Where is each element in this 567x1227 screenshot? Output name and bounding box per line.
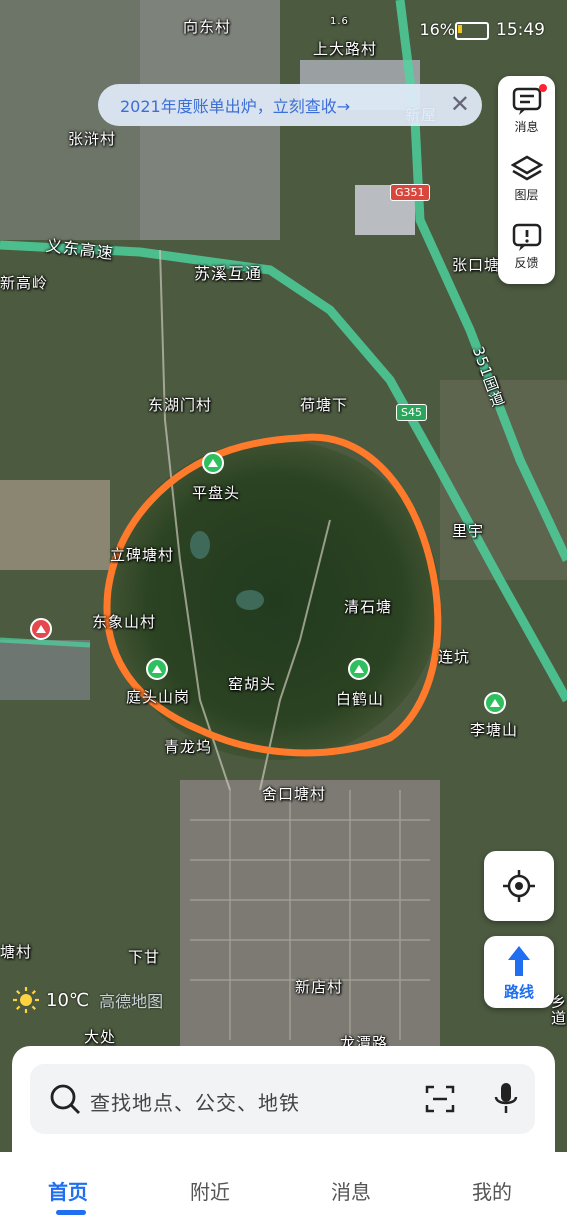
scan-icon[interactable] <box>424 1083 456 1115</box>
mountain-poi-icon[interactable] <box>146 658 168 680</box>
battery-percent: 16% <box>419 20 455 39</box>
signal-rate: 1.6 <box>330 16 349 27</box>
clock: 15:49 <box>496 20 545 40</box>
layers-button[interactable]: 图层 <box>498 144 555 210</box>
map-label: 连坑 <box>438 648 471 666</box>
map-label: 下甘 <box>128 948 161 966</box>
map-label: 窑胡头 <box>228 675 277 693</box>
road-badge-s45: S45 <box>396 404 427 421</box>
tab-messages[interactable]: 消息 <box>331 1176 371 1205</box>
feedback-label: 反馈 <box>514 256 539 270</box>
weather-widget[interactable]: 10℃ 高德地图 <box>12 986 163 1014</box>
locate-button[interactable] <box>484 851 554 921</box>
sun-icon <box>13 987 39 1013</box>
feedback-button[interactable]: 反馈 <box>498 212 555 278</box>
map-label: 平盘头 <box>192 484 241 502</box>
map-label: 塘村 <box>0 943 33 961</box>
tab-home[interactable]: 首页 <box>48 1176 88 1205</box>
messages-button[interactable]: 消息 <box>498 76 555 142</box>
map-label: 庭头山岗 <box>126 688 191 706</box>
poi-marker-icon[interactable] <box>30 618 52 640</box>
annual-report-banner[interactable]: 2021年度账单出炉，立刻查收→ ✕ <box>98 84 482 126</box>
bottom-tab-bar: 首页 附近 消息 我的 <box>0 1152 567 1227</box>
map-label: 张浒村 <box>68 130 117 148</box>
bottom-sheet: 查找地点、公交、地铁 <box>12 1046 555 1166</box>
brand-watermark: 高德地图 <box>99 992 164 1011</box>
map-label: 东象山村 <box>92 613 157 631</box>
mountain-poi-icon[interactable] <box>484 692 506 714</box>
search-icon <box>50 1084 80 1114</box>
layers-icon <box>510 155 543 181</box>
feedback-icon <box>512 223 541 251</box>
search-placeholder: 查找地点、公交、地铁 <box>90 1091 300 1115</box>
banner-text[interactable]: 2021年度账单出炉，立刻查收→ <box>120 93 350 117</box>
microphone-icon[interactable] <box>492 1081 520 1117</box>
map-label: 东湖门村 <box>148 396 213 414</box>
map-tools-panel: 消息 图层 反馈 <box>498 76 555 284</box>
battery-icon <box>455 22 489 40</box>
map-label: 白鹤山 <box>336 690 385 708</box>
unread-dot <box>539 84 547 92</box>
map-label: 里宇 <box>452 522 485 540</box>
temperature: 10℃ <box>46 989 90 1011</box>
tab-mine[interactable]: 我的 <box>472 1176 512 1205</box>
map-label: 清石塘 <box>344 598 393 616</box>
map-label: 新高岭 <box>0 274 49 292</box>
map-label: 张口塘 <box>452 256 501 274</box>
locate-icon <box>503 870 535 902</box>
map-label: 李塘山 <box>470 721 519 739</box>
map-label: 青龙坞 <box>164 738 213 756</box>
active-tab-indicator <box>56 1210 86 1215</box>
mountain-poi-icon[interactable] <box>348 658 370 680</box>
messages-label: 消息 <box>514 120 539 134</box>
map-label: 苏溪互通 <box>194 264 263 283</box>
map-label: 立碑塘村 <box>110 546 175 564</box>
poi-marker-icon[interactable] <box>202 452 224 474</box>
route-arrow-icon <box>508 946 530 976</box>
route-label: 路线 <box>503 983 534 1001</box>
layers-label: 图层 <box>514 188 539 202</box>
map-label: 新店村 <box>295 978 344 996</box>
map-label: 荷塘下 <box>300 396 349 414</box>
message-icon <box>512 87 541 115</box>
road-badge-g351: G351 <box>390 184 430 201</box>
status-bar: 1.6 16% 15:49 <box>0 0 567 60</box>
route-button[interactable]: 路线 <box>484 936 554 1008</box>
map-label: 大处 <box>84 1028 117 1046</box>
search-bar[interactable]: 查找地点、公交、地铁 <box>30 1064 535 1134</box>
tab-nearby[interactable]: 附近 <box>190 1176 230 1205</box>
close-icon[interactable]: ✕ <box>450 90 470 118</box>
map-label: 舍口塘村 <box>262 785 327 803</box>
satellite-map[interactable]: 向东村 上大路村 新屋 张浒村 G351 义东高速 苏溪互通 张口塘 新高岭 3… <box>0 0 567 1227</box>
